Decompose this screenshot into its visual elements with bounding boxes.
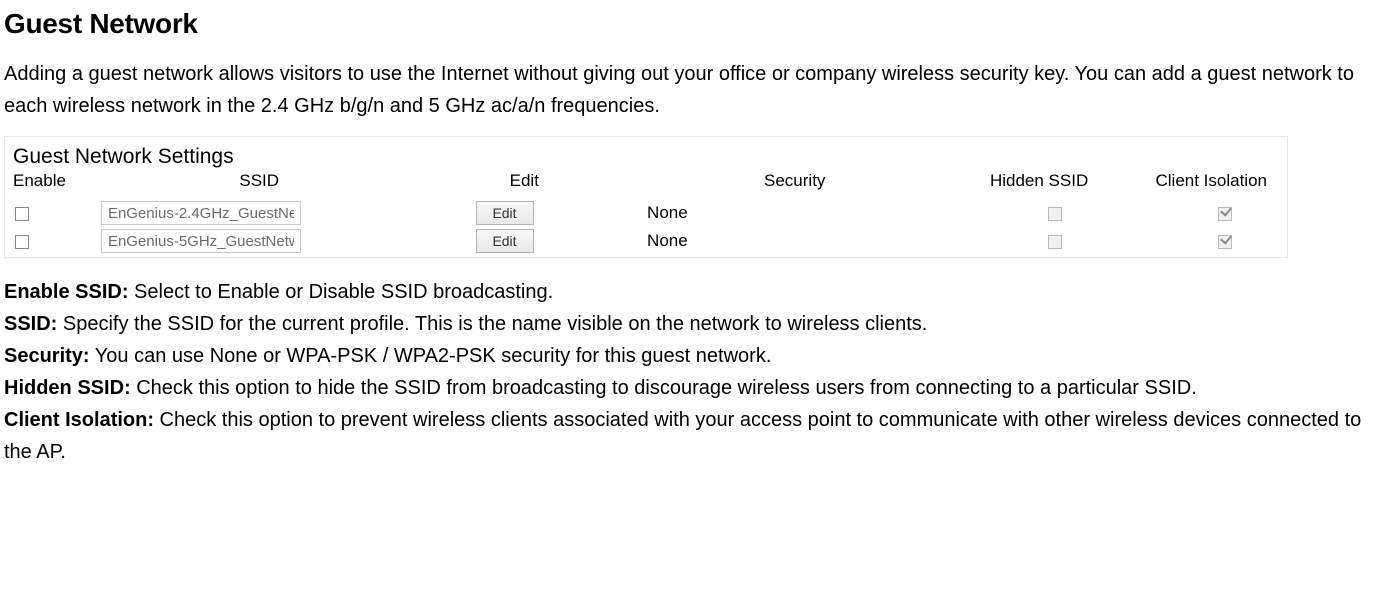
enable-checkbox[interactable] bbox=[15, 207, 29, 221]
definition-row: SSID: Specify the SSID for the current p… bbox=[4, 308, 1393, 340]
client-isolation-checkbox[interactable] bbox=[1218, 235, 1232, 249]
definition-row: Hidden SSID: Check this option to hide t… bbox=[4, 372, 1393, 404]
definitions-list: Enable SSID: Select to Enable or Disable… bbox=[4, 276, 1393, 468]
col-security: Security bbox=[627, 169, 962, 199]
table-row: Edit None bbox=[5, 227, 1287, 255]
col-hidden-ssid: Hidden SSID bbox=[962, 169, 1092, 199]
definition-desc: Check this option to hide the SSID from … bbox=[131, 377, 1197, 399]
col-client-isolation: Client Isolation bbox=[1092, 169, 1287, 199]
intro-paragraph: Adding a guest network allows visitors t… bbox=[4, 58, 1393, 122]
security-value: None bbox=[627, 199, 962, 227]
definition-row: Client Isolation: Check this option to p… bbox=[4, 404, 1393, 468]
page-title: Guest Network bbox=[4, 8, 1393, 40]
edit-button[interactable]: Edit bbox=[476, 201, 534, 225]
settings-heading: Guest Network Settings bbox=[5, 141, 1287, 169]
edit-button[interactable]: Edit bbox=[476, 229, 534, 253]
settings-table: Enable SSID Edit Security Hidden SSID Cl… bbox=[5, 169, 1287, 255]
definition-desc: Check this option to prevent wireless cl… bbox=[4, 409, 1361, 463]
client-isolation-checkbox[interactable] bbox=[1218, 207, 1232, 221]
guest-network-settings-panel: Guest Network Settings Enable SSID Edit … bbox=[4, 136, 1288, 258]
definition-term: Security: bbox=[4, 345, 90, 367]
hidden-ssid-checkbox[interactable] bbox=[1048, 207, 1062, 221]
col-enable: Enable bbox=[5, 169, 97, 199]
definition-desc: You can use None or WPA-PSK / WPA2-PSK s… bbox=[90, 345, 772, 367]
ssid-input[interactable] bbox=[101, 201, 301, 225]
security-value: None bbox=[627, 227, 962, 255]
definition-term: Enable SSID: bbox=[4, 281, 128, 303]
table-row: Edit None bbox=[5, 199, 1287, 227]
definition-desc: Specify the SSID for the current profile… bbox=[57, 313, 927, 335]
col-ssid: SSID bbox=[97, 169, 422, 199]
definition-term: Client Isolation: bbox=[4, 409, 154, 431]
definition-row: Security: You can use None or WPA-PSK / … bbox=[4, 340, 1393, 372]
ssid-input[interactable] bbox=[101, 229, 301, 253]
col-edit: Edit bbox=[422, 169, 628, 199]
definition-desc: Select to Enable or Disable SSID broadca… bbox=[128, 281, 553, 303]
settings-header-row: Enable SSID Edit Security Hidden SSID Cl… bbox=[5, 169, 1287, 199]
enable-checkbox[interactable] bbox=[15, 235, 29, 249]
definition-term: Hidden SSID: bbox=[4, 377, 131, 399]
definition-row: Enable SSID: Select to Enable or Disable… bbox=[4, 276, 1393, 308]
hidden-ssid-checkbox[interactable] bbox=[1048, 235, 1062, 249]
definition-term: SSID: bbox=[4, 313, 57, 335]
